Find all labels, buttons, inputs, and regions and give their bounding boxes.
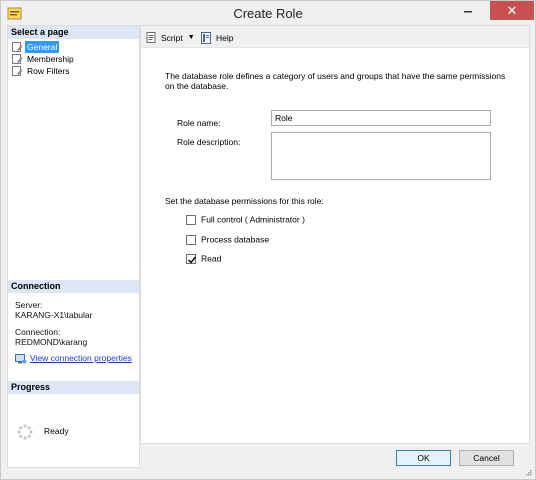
page-item-general[interactable]: General: [12, 40, 60, 53]
connection-header: Connection: [8, 280, 139, 293]
ok-button[interactable]: OK: [396, 450, 451, 466]
page-item-label: Row Filters: [27, 65, 70, 76]
permission-read[interactable]: Read: [186, 253, 221, 265]
close-button[interactable]: ✕: [490, 1, 534, 20]
wrench-page-icon: [12, 65, 23, 76]
script-icon: [146, 31, 158, 44]
progress-spinner-icon: [17, 424, 33, 440]
server-value: KARANG-X1\tabular: [15, 310, 93, 320]
link-label: View connection properties: [30, 353, 132, 363]
connection-label: Connection:: [15, 327, 61, 337]
permission-process-database[interactable]: Process database: [186, 234, 269, 246]
role-description-input[interactable]: [271, 132, 491, 180]
help-label: Help: [216, 32, 234, 43]
resize-grip-icon[interactable]: [524, 468, 532, 476]
server-label: Server:: [15, 300, 43, 310]
view-connection-properties-link[interactable]: View connection properties: [15, 353, 132, 364]
full-control-checkbox[interactable]: [186, 214, 196, 225]
page-item-membership[interactable]: Membership: [12, 52, 76, 64]
read-label: Read: [201, 253, 222, 264]
create-role-dialog: Create Role ✕ Select a page General Memb…: [0, 0, 536, 480]
role-description-text: The database role defines a category of …: [165, 71, 506, 91]
close-icon: ✕: [506, 3, 518, 18]
script-label: Script: [161, 32, 183, 43]
checkmark-icon: [188, 256, 197, 264]
permission-full-control[interactable]: Full control ( Administrator ): [186, 214, 305, 226]
cancel-button[interactable]: Cancel: [459, 450, 514, 466]
help-button[interactable]: Help: [201, 30, 233, 44]
progress-status: Ready: [44, 426, 69, 436]
dropdown-arrow-icon[interactable]: ▼: [188, 31, 195, 45]
wrench-page-icon: [12, 53, 23, 64]
select-page-header: Select a page: [8, 26, 139, 39]
page-item-row-filters[interactable]: Row Filters: [12, 64, 72, 76]
page-item-label: Membership: [27, 53, 74, 64]
permissions-label: Set the database permissions for this ro…: [165, 196, 324, 206]
role-name-input[interactable]: [271, 110, 491, 126]
read-checkbox[interactable]: [186, 253, 197, 264]
window-title: Create Role: [233, 6, 303, 21]
script-button[interactable]: Script ▼: [146, 30, 195, 44]
role-name-label: Role name:: [177, 118, 221, 128]
minimize-icon: [463, 3, 473, 17]
role-description-label: Role description:: [177, 137, 241, 147]
progress-header: Progress: [8, 381, 139, 394]
wrench-page-icon: [12, 41, 23, 52]
connection-value: REDMOND\karang: [15, 337, 88, 347]
full-control-label: Full control ( Administrator ): [201, 214, 305, 225]
process-database-checkbox[interactable]: [186, 234, 196, 245]
process-database-label: Process database: [201, 234, 270, 245]
page-item-label: General: [25, 40, 60, 53]
help-icon: [201, 31, 213, 44]
connection-properties-icon: [15, 353, 27, 364]
toolbar: Script ▼ Help: [141, 26, 529, 48]
minimize-button[interactable]: [456, 1, 480, 20]
left-pane: Select a page General Membership Row Fil…: [7, 25, 140, 468]
title-bar: Create Role ✕: [1, 1, 535, 27]
main-pane: Script ▼ Help The database role defines a…: [140, 25, 530, 444]
